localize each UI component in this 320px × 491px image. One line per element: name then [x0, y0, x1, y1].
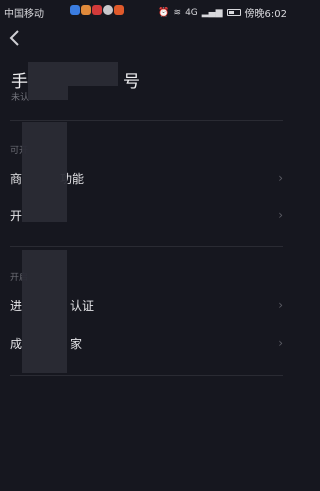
divider	[10, 120, 283, 121]
redaction-block	[22, 250, 67, 373]
wifi-icon: ≋	[173, 7, 182, 18]
network-type-label: 4G	[185, 7, 198, 18]
alarm-icon: ⏰	[158, 7, 170, 18]
chevron-right-icon: ›	[278, 298, 283, 312]
notification-icons	[70, 5, 124, 15]
carrier-label: 中国移动	[4, 9, 44, 20]
page-subtitle: 未认	[11, 93, 30, 103]
status-right-group: ⏰ ≋ 4G ▂▄▆ 傍晚6:02	[158, 5, 287, 21]
app-notification-icon	[114, 5, 124, 15]
chevron-right-icon: ›	[278, 336, 283, 350]
chevron-right-icon: ›	[278, 171, 283, 185]
title-end: 号	[123, 72, 140, 92]
divider	[10, 246, 283, 247]
signal-icon: ▂▄▆	[201, 7, 223, 18]
divider	[10, 375, 283, 376]
back-button[interactable]	[8, 28, 26, 52]
app-notification-icon	[70, 5, 80, 15]
title-start: 手	[11, 72, 28, 92]
redaction-block	[28, 62, 68, 100]
redaction-block	[68, 62, 118, 86]
chevron-left-icon	[9, 30, 19, 46]
redaction-block	[22, 122, 67, 222]
chevron-right-icon: ›	[278, 208, 283, 222]
clock: 傍晚6:02	[244, 9, 287, 20]
battery-icon	[226, 9, 241, 16]
app-notification-icon	[81, 5, 91, 15]
app-notification-icon	[92, 5, 102, 15]
app-notification-icon	[103, 5, 113, 15]
status-bar: 中国移动 ⏰ ≋ 4G ▂▄▆ 傍晚6:02	[0, 0, 293, 22]
